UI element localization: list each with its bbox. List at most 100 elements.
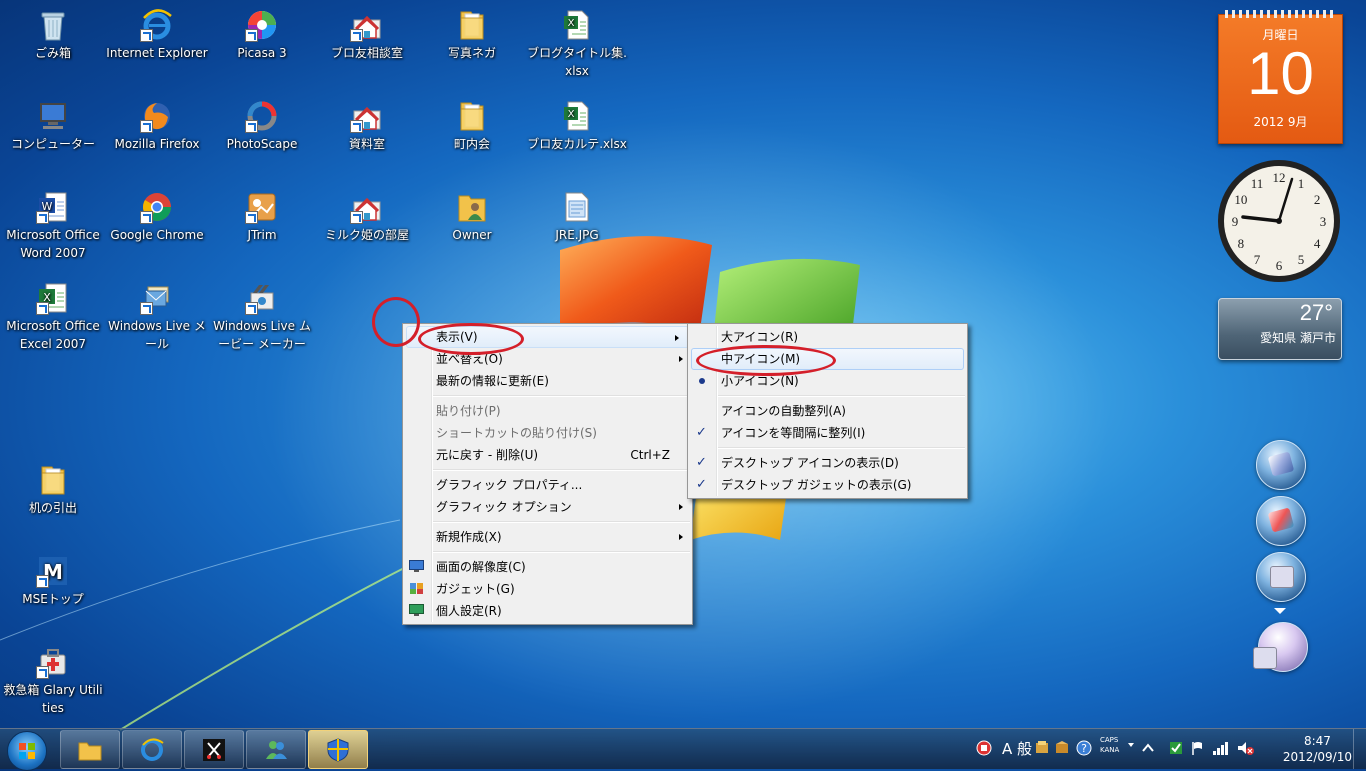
- ime-dropdown-icon[interactable]: [1128, 743, 1134, 747]
- desktop-icon[interactable]: Picasa 3: [209, 8, 315, 62]
- caps-kana-indicator[interactable]: CAPS KANA: [1100, 735, 1119, 755]
- svg-text:X: X: [568, 109, 575, 120]
- menu-item-paste-shortcut: ショートカットの貼り付け(S): [403, 422, 692, 444]
- desktop-icon[interactable]: JTrim: [209, 190, 315, 244]
- clock-center: [1276, 218, 1282, 224]
- annotation-circle-medium-icons: [696, 345, 836, 376]
- computer-icon: [36, 99, 70, 133]
- menu-item-graphics-properties[interactable]: グラフィック プロパティ...: [403, 474, 692, 496]
- desktop-icon[interactable]: 町内会: [419, 99, 525, 153]
- desktop-icon[interactable]: Owner: [419, 190, 525, 244]
- taskbar-security[interactable]: [308, 730, 368, 769]
- menu-item-refresh[interactable]: 最新の情報に更新(E): [403, 370, 692, 392]
- desktop-icon[interactable]: コンピューター: [0, 99, 106, 153]
- taskbar-cut-app[interactable]: [184, 730, 244, 769]
- checkmark-icon: ✓: [696, 455, 707, 470]
- menu-separator: [718, 447, 965, 449]
- desktop-icon[interactable]: ごみ箱: [0, 8, 106, 62]
- submenu-item-show-gadgets[interactable]: ✓ デスクトップ ガジェットの表示(G): [688, 474, 967, 496]
- desktop-icon[interactable]: W Microsoft Office Word 2007: [0, 190, 106, 262]
- submenu-item-align-to-grid[interactable]: ✓ アイコンを等間隔に整列(I): [688, 422, 967, 444]
- clock-numeral: 9: [1232, 214, 1239, 229]
- clock-numeral: 6: [1276, 258, 1283, 273]
- tray-expand-icon[interactable]: [1142, 743, 1154, 753]
- volume-muted-icon[interactable]: [1236, 740, 1254, 756]
- photoscape-icon: [245, 99, 279, 133]
- network-signal-icon[interactable]: [1212, 740, 1230, 756]
- desktop-icon[interactable]: X ブログタイトル集.xlsx: [524, 8, 630, 80]
- calendar-gadget[interactable]: 月曜日 10 2012 9月: [1218, 10, 1343, 144]
- desktop-icon[interactable]: Windows Live メール: [104, 281, 210, 353]
- image-file-icon: [560, 190, 594, 224]
- shortcut-arrow-icon: [36, 302, 49, 315]
- ime-tool-icon[interactable]: [1054, 740, 1070, 756]
- desktop-icon[interactable]: ミルク姫の部屋: [314, 190, 420, 244]
- desktop-icon-label: 写真ネガ: [447, 46, 496, 60]
- desktop-icon-label: Owner: [452, 228, 492, 242]
- ime-mode-indicator[interactable]: A 般: [1002, 738, 1032, 759]
- menu-item-gadgets[interactable]: ガジェット(G): [403, 578, 692, 600]
- submenu-item-auto-arrange[interactable]: アイコンの自動整列(A): [688, 400, 967, 422]
- menu-item-new[interactable]: 新規作成(X): [403, 526, 692, 548]
- menu-item-graphics-options[interactable]: グラフィック オプション: [403, 496, 692, 518]
- desktop-icon[interactable]: 資料室: [314, 99, 420, 153]
- show-desktop-button[interactable]: [1353, 729, 1366, 769]
- word-icon: W: [36, 190, 70, 224]
- desktop-icon[interactable]: X ブロ友カルテ.xlsx: [524, 99, 630, 153]
- menu-item-screen-resolution[interactable]: 画面の解像度(C): [403, 556, 692, 578]
- desktop-icon[interactable]: Google Chrome: [104, 190, 210, 244]
- svg-text:X: X: [568, 18, 575, 29]
- clock-numeral: 11: [1251, 176, 1264, 191]
- gadget-scroll-arrow[interactable]: [1274, 608, 1286, 614]
- weather-gadget[interactable]: 27° 愛知県 瀬戸市: [1218, 298, 1342, 360]
- desktop-icon-label: ブロ友相談室: [330, 46, 403, 60]
- shortcut-arrow-icon: [140, 120, 153, 133]
- desktop-icon[interactable]: Internet Explorer: [104, 8, 210, 62]
- desktop-icon-label: 資料室: [348, 137, 385, 151]
- picture-puzzle-gadget[interactable]: [1256, 496, 1306, 546]
- taskbar-internet-explorer[interactable]: [122, 730, 182, 769]
- ime-dictionary-icon[interactable]: [1034, 740, 1050, 756]
- chip-icon: [1253, 647, 1277, 669]
- desktop-icon[interactable]: X Microsoft Office Excel 2007: [0, 281, 106, 353]
- desktop-context-menu: 表示(V) 並べ替え(O) 最新の情報に更新(E) 貼り付け(P) ショートカッ…: [402, 323, 693, 625]
- memory-gadget[interactable]: [1256, 552, 1306, 602]
- desktop-icon[interactable]: 机の引出: [0, 463, 106, 517]
- shortcut-arrow-icon: [350, 211, 363, 224]
- desktop-icon[interactable]: PhotoScape: [209, 99, 315, 153]
- slideshow-gadget[interactable]: [1256, 440, 1306, 490]
- taskbar-explorer[interactable]: [60, 730, 120, 769]
- desktop-icon[interactable]: ブロ友相談室: [314, 8, 420, 62]
- menu-item-label: デスクトップ ガジェットの表示(G): [721, 478, 912, 492]
- desktop-icon[interactable]: JRE.JPG: [524, 190, 630, 244]
- ime-help-icon[interactable]: ?: [1076, 740, 1092, 756]
- submenu-item-show-desktop-icons[interactable]: ✓ デスクトップ アイコンの表示(D): [688, 452, 967, 474]
- shortcut-arrow-icon: [140, 211, 153, 224]
- shortcut-arrow-icon: [350, 120, 363, 133]
- submenu-item-large-icons[interactable]: 大アイコン(R): [688, 326, 967, 348]
- desktop-icon[interactable]: Windows Live ムービー メーカー: [209, 281, 315, 353]
- bubble-gadget[interactable]: [1253, 622, 1308, 672]
- menu-separator: [433, 469, 690, 471]
- desktop-icon-label: Microsoft Office Excel 2007: [6, 319, 100, 351]
- desktop-icon[interactable]: M MSEトップ: [0, 554, 106, 608]
- security-tray-icon[interactable]: [1168, 740, 1184, 756]
- taskbar-clock[interactable]: 8:47 2012/09/10: [1283, 733, 1352, 765]
- shortcut-arrow-icon: [140, 29, 153, 42]
- taskbar-messenger[interactable]: [246, 730, 306, 769]
- menu-item-personalize[interactable]: 個人設定(R): [403, 600, 692, 622]
- start-button[interactable]: [7, 731, 47, 771]
- stop-icon[interactable]: [976, 740, 992, 756]
- menu-item-undo-delete[interactable]: 元に戻す - 削除(U) Ctrl+Z: [403, 444, 692, 466]
- desktop-icon[interactable]: Mozilla Firefox: [104, 99, 210, 153]
- shortcut-arrow-icon: [245, 211, 258, 224]
- menu-separator: [433, 395, 690, 397]
- desktop-icon[interactable]: 救急箱 Glary Utilities: [0, 645, 106, 717]
- ie-icon: [141, 738, 164, 761]
- desktop-icon[interactable]: 写真ネガ: [419, 8, 525, 62]
- user-folder-icon: [455, 190, 489, 224]
- clock-gadget[interactable]: 12 12 3 45678 9 10 11: [1216, 158, 1342, 284]
- menu-item-label: 画面の解像度(C): [436, 560, 526, 574]
- action-center-flag-icon[interactable]: [1190, 740, 1206, 756]
- desktop-icon-label: ブログタイトル集.xlsx: [527, 46, 627, 78]
